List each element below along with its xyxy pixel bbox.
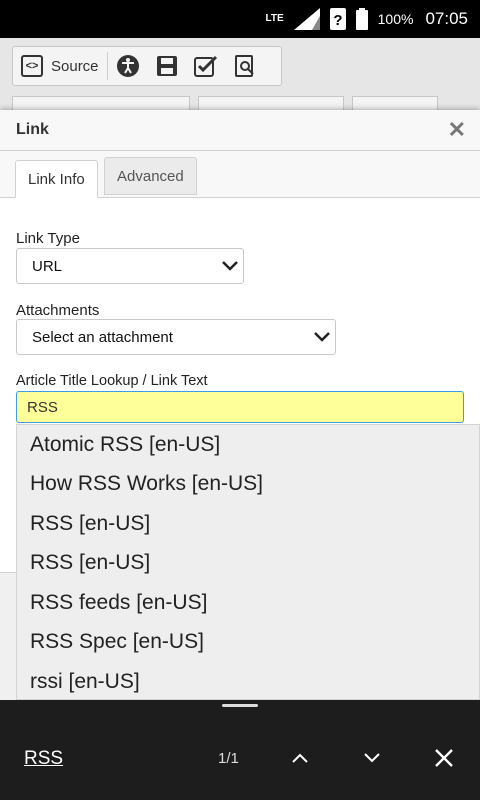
chevron-down-icon (217, 261, 243, 271)
network-type: LTE (265, 13, 284, 24)
lookup-label: Article Title Lookup / Link Text (16, 373, 208, 389)
source-button[interactable]: <> Source (13, 47, 107, 85)
tab-link-info[interactable]: Link Info (15, 160, 98, 198)
find-in-page-bar: RSS 1/1 (0, 700, 480, 800)
link-type-label: Link Type (16, 230, 80, 247)
battery-icon (355, 8, 368, 30)
accessibility-button[interactable] (108, 47, 148, 85)
accessibility-icon (116, 55, 139, 77)
network-indicator: LTE (265, 14, 283, 24)
clock: 07:05 (425, 9, 468, 28)
list-item[interactable]: Atomic RSS [en-US] (17, 425, 479, 465)
notification-icon: ? (329, 8, 346, 30)
list-item[interactable]: rssi [en-US] (17, 662, 479, 699)
source-label: Source (51, 57, 99, 75)
status-bar: LTE ? 100% 07:05 (0, 0, 480, 38)
chevron-down-icon (309, 332, 335, 342)
source-icon: <> (21, 55, 43, 77)
list-item[interactable]: RSS [en-US] (17, 544, 479, 584)
dialog-footer (0, 572, 16, 701)
chevron-up-icon (292, 753, 308, 763)
find-previous-button[interactable] (284, 742, 316, 774)
close-icon (435, 749, 453, 767)
preview-button[interactable] (226, 47, 264, 85)
list-item[interactable]: How RSS Works [en-US] (17, 465, 479, 505)
close-find-button[interactable] (428, 742, 460, 774)
battery-level: 100% (377, 11, 414, 27)
drag-handle[interactable] (222, 704, 258, 707)
preview-icon (234, 55, 254, 77)
find-match-count: 1/1 (218, 750, 239, 767)
find-term[interactable]: RSS (24, 748, 63, 770)
list-item[interactable]: RSS [en-US] (17, 504, 479, 544)
find-next-button[interactable] (356, 742, 388, 774)
dialog-tabs: Link Info Advanced (0, 151, 480, 198)
signal-icon (293, 8, 320, 30)
list-item[interactable]: RSS Spec [en-US] (17, 623, 479, 663)
svg-text:?: ? (333, 12, 342, 29)
close-icon[interactable]: ✕ (448, 117, 466, 143)
toolbar-group-document: <> Source (12, 46, 282, 86)
save-button[interactable] (148, 47, 186, 85)
list-item[interactable]: RSS feeds [en-US] (17, 583, 479, 623)
chevron-down-icon (364, 753, 380, 763)
link-type-value: URL (32, 257, 63, 275)
attachments-value: Select an attachment (32, 328, 173, 346)
tab-advanced[interactable]: Advanced (104, 157, 197, 195)
save-icon (156, 56, 177, 76)
templates-button[interactable] (186, 47, 226, 85)
autocomplete-list: Atomic RSS [en-US] How RSS Works [en-US]… (16, 424, 480, 700)
dialog-header: Link ✕ (0, 110, 480, 151)
attachments-label: Attachments (16, 302, 100, 319)
link-type-select[interactable]: URL (16, 248, 244, 284)
templates-icon (193, 55, 217, 77)
dialog-title: Link (16, 121, 49, 138)
attachments-select[interactable]: Select an attachment (16, 319, 336, 355)
article-lookup-input[interactable] (16, 391, 464, 423)
